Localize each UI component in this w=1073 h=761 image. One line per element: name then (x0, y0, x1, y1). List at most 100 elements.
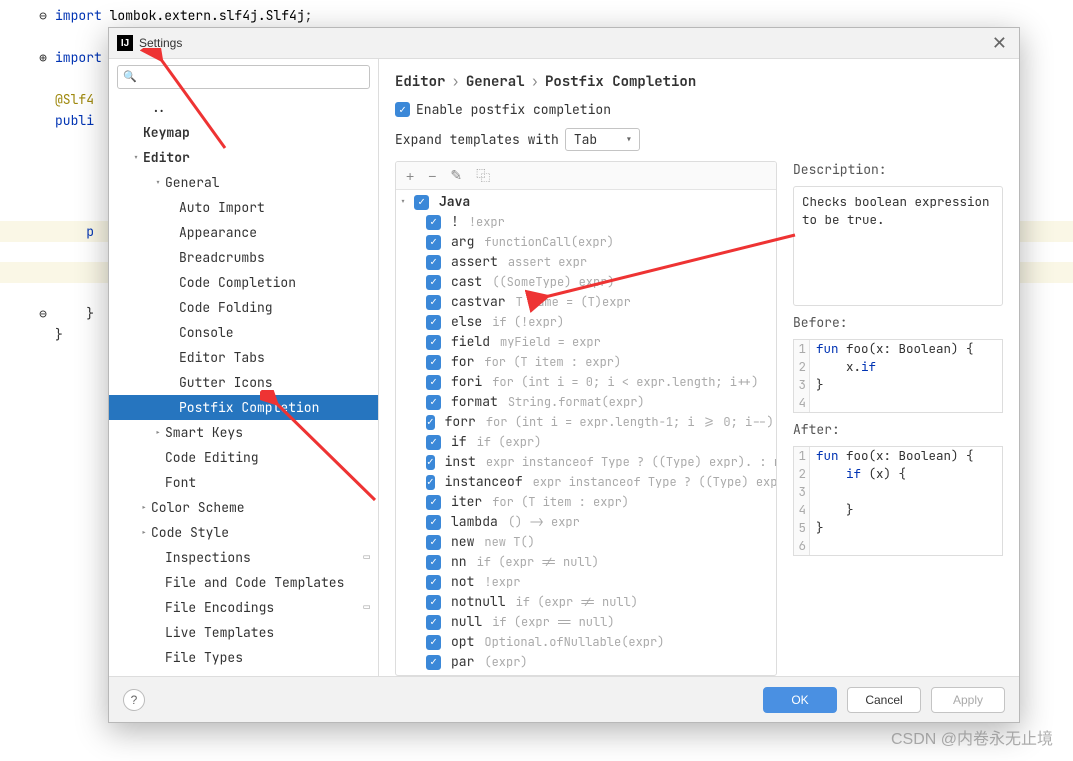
item-checkbox[interactable] (426, 515, 441, 530)
tree-item[interactable]: ▾Editor (109, 145, 378, 170)
tree-item[interactable]: File Types (109, 645, 378, 670)
item-checkbox[interactable] (426, 535, 441, 550)
description-label: Description: (793, 161, 1003, 178)
cancel-button[interactable]: Cancel (847, 687, 921, 713)
titlebar: IJ Settings ✕ (109, 28, 1019, 58)
main-panel: Editor›General›Postfix Completion Enable… (379, 59, 1019, 676)
item-checkbox[interactable] (426, 435, 441, 450)
postfix-item[interactable]: forifor (int i = 0; i < expr.length; i++… (396, 372, 776, 392)
ok-button[interactable]: OK (763, 687, 837, 713)
apply-button[interactable]: Apply (931, 687, 1005, 713)
tree-item[interactable]: Keymap (109, 120, 378, 145)
postfix-item[interactable]: nnif (expr != null) (396, 552, 776, 572)
tree-item[interactable]: ▾General (109, 170, 378, 195)
item-checkbox[interactable] (426, 455, 435, 470)
close-icon[interactable]: ✕ (988, 33, 1011, 54)
postfix-item[interactable]: instanceofexpr instanceof Type ? ((Type)… (396, 472, 776, 492)
item-checkbox[interactable] (426, 595, 441, 610)
postfix-item[interactable]: lambda() -> expr (396, 512, 776, 532)
help-button[interactable]: ? (123, 689, 145, 711)
group-checkbox[interactable] (414, 195, 429, 210)
settings-dialog: IJ Settings ✕ 🔍 ..Keymap▾Editor▾GeneralA… (108, 27, 1020, 723)
item-checkbox[interactable] (426, 315, 441, 330)
postfix-item[interactable]: assertassert expr (396, 252, 776, 272)
tree-item[interactable]: Postfix Completion (109, 395, 378, 420)
enable-checkbox[interactable] (395, 102, 410, 117)
search-icon: 🔍 (123, 70, 137, 83)
item-checkbox[interactable] (426, 235, 441, 250)
postfix-item[interactable]: formatString.format(expr) (396, 392, 776, 412)
search-input[interactable] (117, 65, 370, 89)
postfix-item[interactable]: argfunctionCall(expr) (396, 232, 776, 252)
item-checkbox[interactable] (426, 395, 441, 410)
breadcrumb: Editor›General›Postfix Completion (395, 73, 1003, 91)
postfix-item[interactable]: not!expr (396, 572, 776, 592)
edit-icon[interactable]: ✎ (450, 167, 462, 184)
settings-tree[interactable]: ..Keymap▾Editor▾GeneralAuto ImportAppear… (109, 95, 378, 676)
postfix-item[interactable]: cast((SomeType) expr) (396, 272, 776, 292)
item-checkbox[interactable] (426, 335, 441, 350)
item-checkbox[interactable] (426, 495, 441, 510)
postfix-item[interactable]: castvarT name = (T)expr (396, 292, 776, 312)
postfix-item[interactable]: elseif (!expr) (396, 312, 776, 332)
postfix-item[interactable]: forrfor (int i = expr.length-1; i >= 0; … (396, 412, 776, 432)
postfix-list[interactable]: ▾Java!!exprargfunctionCall(expr)assertas… (396, 190, 776, 675)
postfix-item[interactable]: notnullif (expr != null) (396, 592, 776, 612)
tree-item[interactable]: Breadcrumbs (109, 245, 378, 270)
item-checkbox[interactable] (426, 655, 441, 670)
postfix-item[interactable]: newnew T() (396, 532, 776, 552)
duplicate-icon[interactable]: ⿻ (476, 166, 490, 186)
tree-item[interactable]: Code Completion (109, 270, 378, 295)
after-label: After: (793, 421, 1003, 438)
expand-label: Expand templates with (395, 131, 559, 148)
dialog-buttons: ? OK Cancel Apply (109, 676, 1019, 722)
tree-item[interactable]: Editor Tabs (109, 345, 378, 370)
tree-item[interactable]: Appearance (109, 220, 378, 245)
tree-item[interactable]: .. (109, 95, 378, 120)
tree-item[interactable]: ▸Color Scheme (109, 495, 378, 520)
tree-item[interactable]: Font (109, 470, 378, 495)
postfix-item[interactable]: par(expr) (396, 652, 776, 672)
dialog-title: Settings (139, 36, 182, 50)
app-logo-icon: IJ (117, 35, 133, 51)
tree-item[interactable]: Code Editing (109, 445, 378, 470)
postfix-item[interactable]: ifif (expr) (396, 432, 776, 452)
postfix-item[interactable]: iterfor (T item : expr) (396, 492, 776, 512)
remove-icon[interactable]: − (428, 168, 436, 184)
item-checkbox[interactable] (426, 215, 441, 230)
tree-item[interactable]: Gutter Icons (109, 370, 378, 395)
enable-label: Enable postfix completion (416, 101, 611, 118)
tree-item[interactable]: File Encodings▭ (109, 595, 378, 620)
item-checkbox[interactable] (426, 375, 441, 390)
item-checkbox[interactable] (426, 255, 441, 270)
tree-item[interactable]: Console (109, 320, 378, 345)
item-checkbox[interactable] (426, 575, 441, 590)
postfix-item[interactable]: instexpr instanceof Type ? ((Type) expr)… (396, 452, 776, 472)
postfix-group[interactable]: ▾Java (396, 192, 776, 212)
tree-item[interactable]: ▸Code Style (109, 520, 378, 545)
postfix-item[interactable]: fieldmyField = expr (396, 332, 776, 352)
item-checkbox[interactable] (426, 295, 441, 310)
after-code: 1fun foo(x: Boolean) {2 if (x) {34 }5}6 (793, 446, 1003, 556)
postfix-item[interactable]: nullif (expr == null) (396, 612, 776, 632)
tree-item[interactable]: ▸Smart Keys (109, 420, 378, 445)
tree-item[interactable]: Live Templates (109, 620, 378, 645)
tree-item[interactable]: Code Folding (109, 295, 378, 320)
postfix-item[interactable]: optOptional.ofNullable(expr) (396, 632, 776, 652)
item-checkbox[interactable] (426, 635, 441, 650)
expand-select[interactable]: Tab (565, 128, 640, 151)
tree-item[interactable]: File and Code Templates (109, 570, 378, 595)
item-checkbox[interactable] (426, 275, 441, 290)
before-code: 1fun foo(x: Boolean) {2 x.if3}4 (793, 339, 1003, 413)
tree-item[interactable]: Auto Import (109, 195, 378, 220)
item-checkbox[interactable] (426, 355, 441, 370)
item-checkbox[interactable] (426, 475, 435, 490)
item-checkbox[interactable] (426, 415, 435, 430)
item-checkbox[interactable] (426, 615, 441, 630)
item-checkbox[interactable] (426, 555, 441, 570)
list-toolbar: + − ✎ ⿻ (396, 162, 776, 190)
postfix-item[interactable]: forfor (T item : expr) (396, 352, 776, 372)
postfix-item[interactable]: !!expr (396, 212, 776, 232)
tree-item[interactable]: Inspections▭ (109, 545, 378, 570)
add-icon[interactable]: + (406, 168, 414, 184)
